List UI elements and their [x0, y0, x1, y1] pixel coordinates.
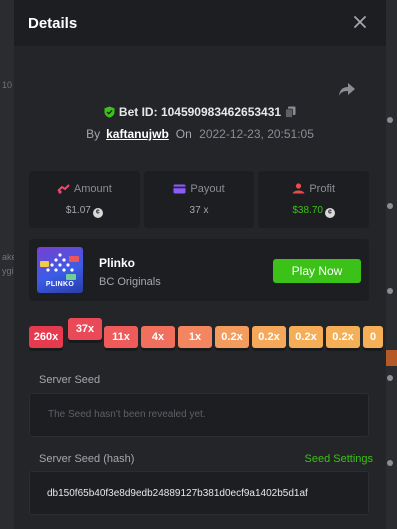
- stat-payout: Payout 37 x: [143, 171, 255, 228]
- multiplier-chip: 0.2x: [215, 326, 249, 351]
- copy-icon[interactable]: [285, 106, 296, 118]
- card-icon: [173, 184, 186, 194]
- play-now-button[interactable]: Play Now: [273, 259, 361, 283]
- multiplier-chip: 11x: [104, 326, 138, 351]
- modal-title: Details: [28, 15, 78, 32]
- background-dot: [387, 375, 393, 381]
- server-seed-hash-field[interactable]: db150f65b40f3e8d9edb24889127b381d0ecf9a1…: [29, 471, 369, 515]
- bet-author-row: By kaftanujwb On 2022-12-23, 20:51:05: [14, 127, 386, 141]
- multiplier-chip: 260x: [29, 326, 63, 351]
- stat-profit-value: $38.70: [292, 205, 323, 216]
- game-thumbnail[interactable]: PLINKO: [37, 247, 83, 293]
- background-text-fragment: 10: [2, 80, 13, 90]
- background-badge: [386, 350, 397, 366]
- stat-payout-label: Payout: [190, 183, 225, 195]
- stat-label-row: Profit: [258, 183, 369, 195]
- currency-coin-icon: ¢: [92, 208, 103, 218]
- username-link[interactable]: kaftanujwb: [106, 127, 169, 141]
- bet-id-label: Bet ID:: [118, 105, 158, 119]
- seed-settings-link[interactable]: Seed Settings: [305, 453, 374, 465]
- background-dot: [387, 117, 393, 123]
- bet-datetime: 2022-12-23, 20:51:05: [199, 127, 314, 141]
- shield-check-icon: [104, 106, 115, 118]
- bet-id-row: Bet ID: 104590983462653431: [14, 105, 386, 119]
- stat-label-row: Amount: [29, 183, 140, 195]
- multiplier-chip: 4x: [141, 326, 175, 351]
- multiplier-chip-hit: 37x: [68, 318, 102, 343]
- stat-profit-label: Profit: [309, 183, 336, 195]
- stat-profit-value-row: $38.70 ¢: [258, 205, 369, 218]
- multiplier-chip: 0.2x: [326, 326, 360, 351]
- currency-coin-icon: ¢: [324, 208, 335, 218]
- game-thumbnail-text: PLINKO: [45, 281, 75, 288]
- stat-amount-value: $1.07: [65, 205, 91, 216]
- game-name: Plinko: [99, 256, 136, 270]
- server-seed-label: Server Seed: [39, 374, 101, 386]
- server-seed-placeholder: The Seed hasn't been revealed yet.: [48, 409, 206, 420]
- background-dot: [387, 203, 393, 209]
- server-seed-field[interactable]: The Seed hasn't been revealed yet.: [29, 393, 369, 437]
- profit-icon: [292, 183, 305, 194]
- on-label: On: [175, 127, 192, 141]
- server-seed-hash-label: Server Seed (hash): [39, 453, 135, 465]
- modal-header: Details: [14, 0, 386, 46]
- details-modal: Details Bet ID: 104590983462653431 By kaf…: [14, 0, 386, 529]
- multiplier-strip: 260x 37x 11x 4x 1x 0.2x 0.2x 0.2x 0.2x 0: [29, 316, 386, 352]
- background-dot: [387, 460, 393, 466]
- stat-amount-value-row: $1.07 ¢: [29, 205, 140, 218]
- stat-payout-value: 37 x: [189, 205, 209, 216]
- stat-amount: Amount $1.07 ¢: [29, 171, 140, 228]
- coins-icon: [57, 184, 70, 194]
- stat-label-row: Payout: [144, 183, 255, 195]
- stat-profit: Profit $38.70 ¢: [258, 171, 370, 228]
- multiplier-chip: 1x: [178, 326, 212, 351]
- share-icon[interactable]: [338, 80, 356, 98]
- multiplier-chip-partial: 0: [363, 326, 383, 351]
- close-icon[interactable]: [350, 12, 370, 32]
- multiplier-chip: 0.2x: [289, 326, 323, 351]
- bet-stats: Amount $1.07 ¢ Payout 37 x Profit $38.70 ¢: [29, 171, 370, 228]
- server-seed-hash-value: db150f65b40f3e8d9edb24889127b381d0ecf9a1…: [47, 488, 308, 499]
- by-label: By: [86, 127, 101, 141]
- background-dot: [387, 288, 393, 294]
- stat-amount-label: Amount: [73, 183, 112, 195]
- background-page-right: [386, 0, 397, 529]
- bet-id-value: 104590983462653431: [160, 105, 282, 119]
- multiplier-chip: 0.2x: [252, 326, 286, 351]
- game-provider: BC Originals: [99, 276, 161, 288]
- game-card: PLINKO Plinko BC Originals Play Now: [29, 239, 369, 301]
